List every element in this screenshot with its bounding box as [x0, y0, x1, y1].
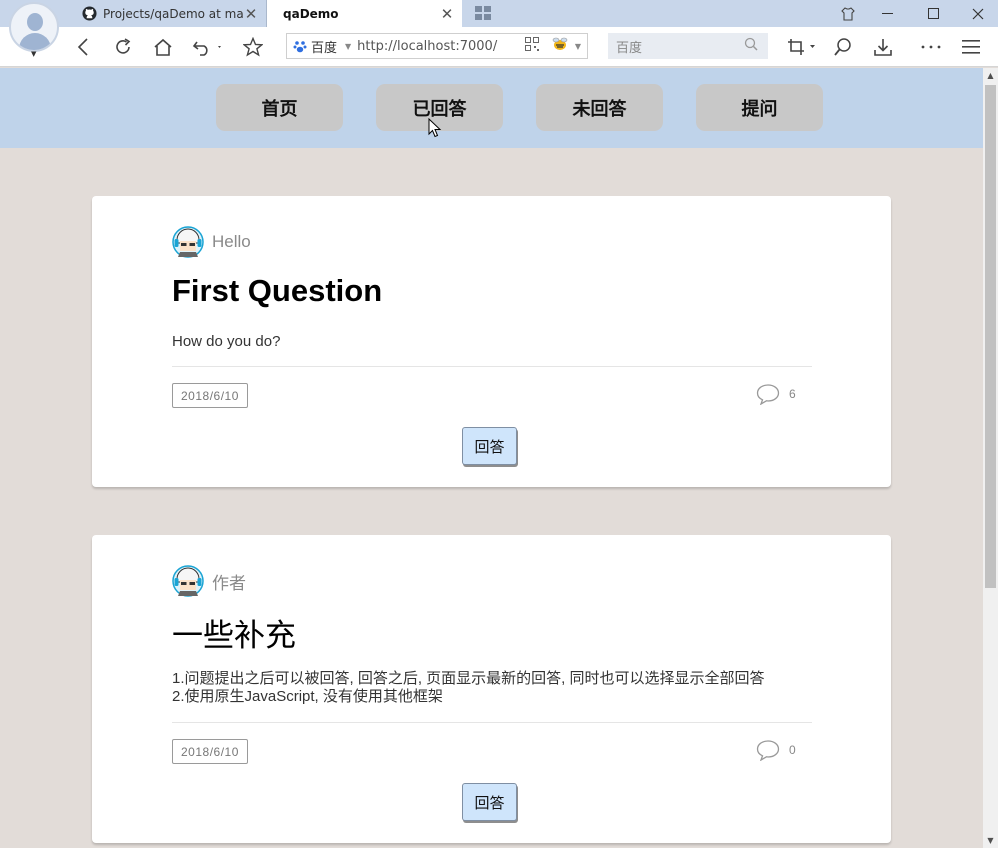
close-icon[interactable]: ✕	[244, 5, 258, 23]
comment-count[interactable]: 0	[756, 739, 796, 761]
avatar	[172, 226, 204, 258]
menu-icon[interactable]	[958, 34, 984, 60]
baidu-paw-icon	[293, 41, 307, 53]
download-icon[interactable]	[870, 34, 896, 60]
mouse-cursor-icon	[428, 118, 442, 138]
top-nav: 首页 已回答 未回答 提问	[0, 68, 983, 148]
comment-count[interactable]: 6	[756, 383, 796, 405]
tab-label: Projects/qaDemo at mas...	[103, 6, 244, 21]
question-card: Hello First Question How do you do? 2018…	[92, 196, 891, 487]
tab-github[interactable]: Projects/qaDemo at mas... ✕	[73, 0, 267, 27]
chevron-down-icon[interactable]: ▼	[575, 42, 581, 51]
tab-qademo[interactable]: qaDemo ✕	[267, 0, 462, 27]
search-engine-selector[interactable]: 百度 ▼	[293, 37, 351, 56]
nav-home-button[interactable]: 首页	[216, 84, 343, 131]
profile-avatar[interactable]	[9, 2, 59, 52]
window-close-icon[interactable]	[958, 0, 998, 27]
search-placeholder: 百度	[616, 40, 643, 56]
tab-grid-icon[interactable]	[475, 5, 491, 24]
minimize-icon[interactable]	[868, 0, 908, 27]
comment-count-value: 6	[789, 387, 796, 401]
question-author: Hello	[172, 226, 251, 258]
skin-icon[interactable]	[828, 0, 868, 27]
scrollbar-thumb[interactable]	[985, 85, 996, 588]
question-author: 作者	[172, 565, 246, 597]
date-tag: 2018/6/10	[172, 739, 248, 764]
content-line: 2.使用原生JavaScript, 没有使用其他框架	[172, 688, 443, 705]
bee-extension-icon[interactable]	[551, 37, 569, 55]
scroll-down-icon[interactable]: ▼	[983, 833, 998, 848]
nav-ask-button[interactable]: 提问	[696, 84, 823, 131]
divider	[172, 366, 812, 367]
page-viewport: 首页 已回答 未回答 提问 Hello First Question How d…	[0, 68, 983, 848]
screenshot-icon[interactable]	[786, 34, 818, 60]
content-line: How do you do?	[172, 333, 281, 350]
close-icon[interactable]: ✕	[440, 5, 454, 23]
chevron-down-icon: ▼	[345, 41, 352, 51]
user-search-icon[interactable]	[830, 34, 856, 60]
question-title: 一些补充	[172, 618, 296, 654]
avatar	[172, 565, 204, 597]
comment-bubble-icon	[756, 740, 780, 761]
tab-label: qaDemo	[283, 6, 339, 21]
question-content: How do you do?	[172, 333, 812, 351]
comment-bubble-icon	[756, 384, 780, 405]
github-icon	[81, 6, 97, 22]
content-line: 1.问题提出之后可以被回答, 回答之后, 页面显示最新的回答, 同时也可以选择显…	[172, 670, 765, 687]
browser-tab-bar: Projects/qaDemo at mas... ✕ qaDemo ✕	[0, 0, 998, 27]
back-icon[interactable]	[70, 34, 96, 60]
author-name: 作者	[212, 573, 246, 593]
home-icon[interactable]	[150, 34, 176, 60]
qr-code-icon[interactable]	[524, 37, 539, 55]
question-title: First Question	[172, 273, 383, 308]
page-scrollbar[interactable]: ▲ ▼	[983, 68, 998, 848]
search-icon[interactable]	[744, 37, 758, 55]
more-icon[interactable]	[918, 34, 944, 60]
url-text[interactable]: http://localhost:7000/	[357, 39, 525, 54]
answer-button[interactable]: 回答	[462, 427, 517, 465]
chevron-down-icon[interactable]: ▼	[31, 50, 36, 58]
divider	[172, 722, 812, 723]
maximize-icon[interactable]	[914, 0, 954, 27]
star-icon[interactable]	[240, 34, 266, 60]
search-engine-label: 百度	[311, 40, 338, 56]
question-card: 作者 一些补充 1.问题提出之后可以被回答, 回答之后, 页面显示最新的回答, …	[92, 535, 891, 843]
refresh-icon[interactable]	[110, 34, 136, 60]
nav-unanswered-button[interactable]: 未回答	[536, 84, 663, 131]
browser-toolbar: 百度 ▼ http://localhost:7000/ ▼ 百度	[0, 27, 998, 67]
scroll-up-icon[interactable]: ▲	[983, 68, 998, 83]
author-name: Hello	[212, 232, 251, 251]
comment-count-value: 0	[789, 743, 796, 757]
date-tag: 2018/6/10	[172, 383, 248, 408]
answer-button[interactable]: 回答	[462, 783, 517, 821]
undo-icon[interactable]	[190, 34, 226, 60]
address-bar[interactable]: 百度 ▼ http://localhost:7000/ ▼	[286, 33, 588, 59]
question-content: 1.问题提出之后可以被回答, 回答之后, 页面显示最新的回答, 同时也可以选择显…	[172, 670, 812, 706]
search-input[interactable]: 百度	[608, 33, 768, 59]
